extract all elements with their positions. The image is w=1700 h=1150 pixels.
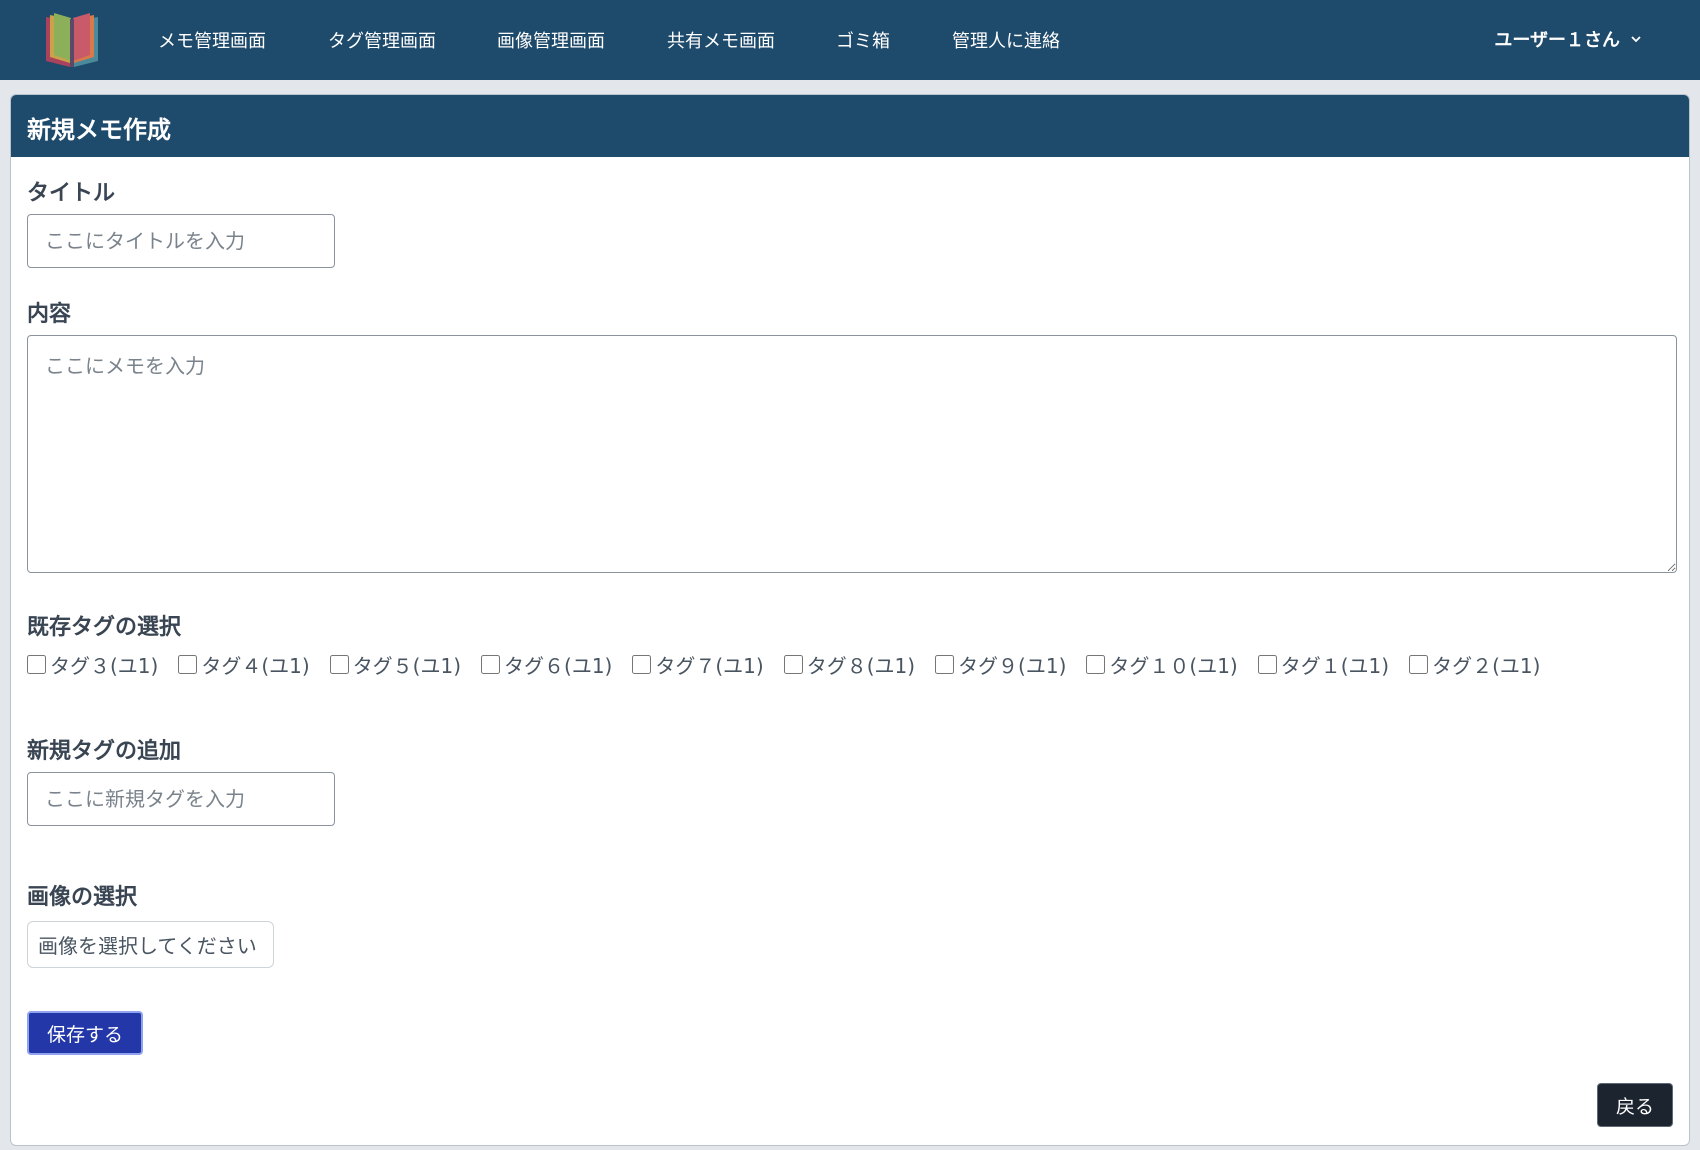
new-tag-input[interactable] <box>27 772 335 826</box>
tag-checkbox[interactable] <box>27 655 46 674</box>
nav-memo-management[interactable]: メモ管理画面 <box>158 27 266 53</box>
tag-checkbox[interactable] <box>935 655 955 674</box>
tag-option[interactable]: タグ６(ユ1) <box>481 650 612 679</box>
book-logo-icon[interactable] <box>42 11 102 69</box>
tag-option[interactable]: タグ４(ユ1) <box>178 650 310 679</box>
nav-tag-management[interactable]: タグ管理画面 <box>328 27 436 53</box>
nav-trash[interactable]: ゴミ箱 <box>836 27 890 53</box>
top-navbar: メモ管理画面 タグ管理画面 画像管理画面 共有メモ画面 ゴミ箱 管理人に連絡 ユ… <box>0 0 1700 80</box>
tag-label: タグ８(ユ1) <box>806 654 916 678</box>
card-title: 新規メモ作成 <box>11 95 1689 157</box>
new-tag-label: 新規タグの追加 <box>27 739 182 764</box>
title-input[interactable] <box>27 214 335 268</box>
back-button[interactable]: 戻る <box>1597 1083 1673 1127</box>
tag-checkbox[interactable] <box>632 655 652 674</box>
tag-label: タグ４(ユ1) <box>201 654 310 678</box>
tag-option[interactable]: タグ２(ユ1) <box>1409 650 1540 679</box>
image-select-label: 画像の選択 <box>27 885 138 910</box>
tag-checkbox[interactable] <box>329 655 349 674</box>
tag-checkbox-list: タグ３(ユ1) タグ４(ユ1) タグ５(ユ1) タグ６(ユ1) タグ７(ユ1) … <box>27 650 1687 679</box>
tag-label: タグ１(ユ1) <box>1280 654 1390 678</box>
tag-label: タグ５(ユ1) <box>352 654 462 678</box>
tag-label: タグ９(ユ1) <box>958 654 1067 678</box>
tag-label: タグ２(ユ1) <box>1432 654 1541 678</box>
tag-option[interactable]: タグ７(ユ1) <box>632 650 764 679</box>
user-name: ユーザー１さん <box>1494 30 1620 51</box>
nav-image-management[interactable]: 画像管理画面 <box>497 27 605 53</box>
tag-option[interactable]: タグ８(ユ1) <box>783 650 916 679</box>
tag-checkbox[interactable] <box>481 655 501 674</box>
image-select-button[interactable]: 画像を選択してください <box>27 921 274 968</box>
nav-contact-admin[interactable]: 管理人に連絡 <box>952 27 1060 53</box>
tag-checkbox[interactable] <box>178 655 198 674</box>
tag-option[interactable]: タグ１(ユ1) <box>1257 650 1390 679</box>
save-button[interactable]: 保存する <box>27 1011 143 1055</box>
tag-label: タグ３(ユ1) <box>50 654 159 678</box>
tag-checkbox[interactable] <box>1409 655 1429 674</box>
tag-option[interactable]: タグ１０(ユ1) <box>1086 650 1238 679</box>
existing-tags-label: 既存タグの選択 <box>27 615 182 640</box>
new-memo-card: 新規メモ作成 タイトル 内容 既存タグの選択 タグ３(ユ1) タグ４(ユ1) タ… <box>10 94 1690 1146</box>
user-menu[interactable]: ユーザー１さん <box>1494 26 1642 52</box>
tag-label: タグ７(ユ1) <box>655 654 764 678</box>
nav-shared-memo[interactable]: 共有メモ画面 <box>667 27 775 53</box>
chevron-down-icon <box>1631 36 1641 43</box>
content-label: 内容 <box>27 302 72 327</box>
tag-option[interactable]: タグ５(ユ1) <box>329 650 462 679</box>
content-textarea[interactable] <box>27 335 1677 573</box>
tag-checkbox[interactable] <box>783 655 803 674</box>
tag-checkbox[interactable] <box>1257 655 1277 674</box>
title-label: タイトル <box>27 181 116 206</box>
tag-label: タグ６(ユ1) <box>504 654 613 678</box>
tag-label: タグ１０(ユ1) <box>1109 654 1238 678</box>
tag-option[interactable]: タグ９(ユ1) <box>935 650 1066 679</box>
tag-checkbox[interactable] <box>1086 655 1106 674</box>
tag-option[interactable]: タグ３(ユ1) <box>27 650 158 679</box>
